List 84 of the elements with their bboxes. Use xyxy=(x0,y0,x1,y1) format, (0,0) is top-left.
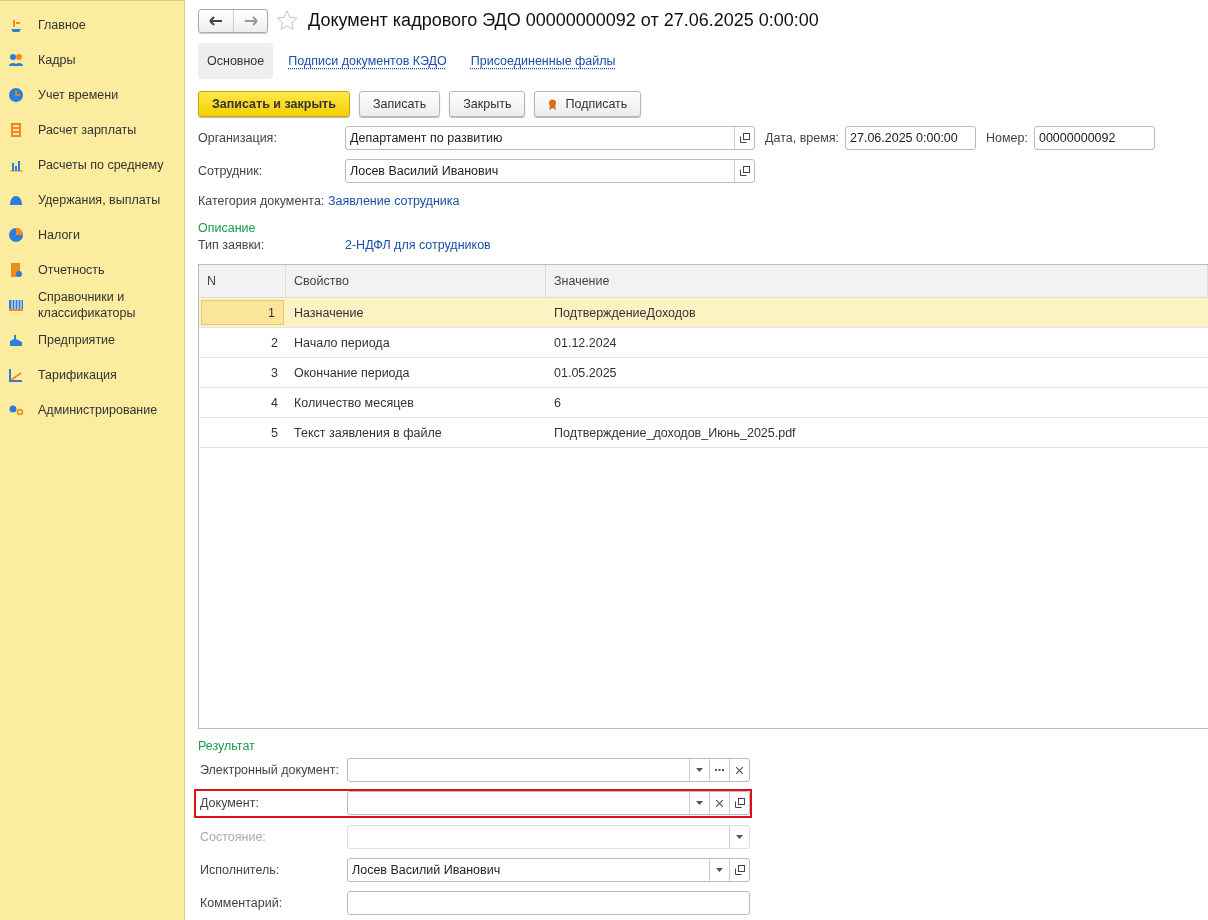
section-heading: Результат xyxy=(198,739,256,754)
table-cell-text: Количество месяцев xyxy=(293,394,415,412)
toolbar-button[interactable]: Подписать xyxy=(534,91,642,118)
caret-icon xyxy=(716,868,723,873)
table-cell-text: 01.12.2024 xyxy=(553,334,618,352)
field-label: Документ: xyxy=(200,796,260,811)
section-heading: Описание xyxy=(198,220,257,235)
table-cell-text: Окончание периода xyxy=(293,364,411,382)
input-field[interactable]: Лосев Василий Иванович xyxy=(347,858,750,883)
tab[interactable]: Основное xyxy=(198,43,274,80)
toolbar-button[interactable]: Записать xyxy=(358,91,441,118)
sidebar-item[interactable]: Главное xyxy=(38,16,86,33)
clock-icon xyxy=(8,86,24,103)
ellipsis-icon xyxy=(715,769,724,772)
windows-icon xyxy=(739,165,750,176)
field-label: Номер: xyxy=(986,130,1028,145)
tab[interactable]: Присоединенные файлы xyxy=(461,43,625,80)
table-cell-text: 4 xyxy=(270,394,279,412)
tab[interactable]: Подписи документов КЭДО xyxy=(279,43,456,80)
arrow-left-icon xyxy=(209,15,223,26)
sidebar-item[interactable]: Расчет зарплаты xyxy=(38,121,137,138)
request-type-link[interactable]: 2-НДФЛ для сотрудников xyxy=(345,238,491,253)
sidebar-item[interactable]: Налоги xyxy=(38,226,80,243)
date-field[interactable]: 27.06.2025 0:00:00 xyxy=(845,125,976,150)
table-cell-text: 01.05.2025 xyxy=(553,364,618,382)
input-field[interactable] xyxy=(347,791,750,816)
organization-field[interactable]: Департамент по развитию xyxy=(345,125,755,150)
sidebar-item[interactable]: Тарификация xyxy=(38,366,117,383)
abacus-icon xyxy=(8,121,24,138)
sidebar-item[interactable]: Удержания, выплаты xyxy=(38,191,161,208)
input-field[interactable] xyxy=(347,891,750,916)
category-link[interactable]: Заявление сотрудника xyxy=(328,194,460,209)
table-cell-text: 3 xyxy=(270,364,279,382)
sidebar-item[interactable]: Предприятие xyxy=(38,331,116,348)
close-icon xyxy=(736,766,743,774)
star-icon[interactable] xyxy=(276,10,298,32)
sidebar-item[interactable]: Администрирование xyxy=(38,401,158,418)
arrow-right-icon xyxy=(243,15,258,26)
windows-icon xyxy=(734,798,745,809)
table-cell-text: Текст заявления в файле xyxy=(293,424,443,442)
field-label: Сотрудник: xyxy=(198,163,264,178)
sidebar-item[interactable]: Расчеты по среднему xyxy=(38,156,164,173)
sidebar-item[interactable]: Отчетность xyxy=(38,261,105,278)
column-header[interactable]: Свойство xyxy=(286,265,546,298)
table-cell-text: Подтверждение_доходов_Июнь_2025.pdf xyxy=(553,424,797,442)
table-cell-text: Начало периода xyxy=(293,334,391,352)
field-label: Тип заявки: xyxy=(198,238,266,253)
caret-icon xyxy=(696,768,703,773)
table-cell-text: 5 xyxy=(270,424,279,442)
field-label: Комментарий: xyxy=(200,896,284,911)
field-label: Электронный документ: xyxy=(200,763,340,778)
pie-chart-icon xyxy=(8,226,24,243)
number-field[interactable]: 00000000092 xyxy=(1033,125,1155,150)
window-title: Документ кадрового ЭДО 00000000092 от 27.06.2025 0:00:00 xyxy=(308,10,819,32)
rosette-icon xyxy=(548,98,558,110)
table-cell-text: ПодтверждениеДоходов xyxy=(553,304,697,322)
field-label: Исполнитель: xyxy=(200,863,281,878)
input-field[interactable] xyxy=(347,758,750,783)
sidebar-item[interactable]: Справочники и классификаторы xyxy=(38,288,178,321)
people-icon xyxy=(8,51,24,68)
save-close-button[interactable]: Записать и закрыть xyxy=(198,91,350,118)
sidebar-item[interactable]: Учет времени xyxy=(38,86,119,103)
column-header[interactable]: Значение xyxy=(546,265,1208,298)
field-label: Дата, время: xyxy=(765,130,839,145)
field-label: Категория документа: xyxy=(198,194,326,209)
employee-field[interactable]: Лосев Василий Иванович xyxy=(345,158,755,183)
windows-icon xyxy=(734,865,745,876)
column-header[interactable]: N xyxy=(199,265,286,298)
toolbar-button[interactable]: Закрыть xyxy=(449,91,526,118)
table-cell: 1 xyxy=(201,300,284,326)
close-icon xyxy=(716,799,723,807)
windows-icon xyxy=(739,132,750,143)
sidebar-item[interactable]: Кадры xyxy=(38,51,76,68)
protractor-icon xyxy=(8,366,24,383)
table-row[interactable]: 1 Назначение ПодтверждениеДоходов xyxy=(199,298,1208,329)
table-cell-text: Назначение xyxy=(293,304,365,322)
caret-icon xyxy=(736,834,743,839)
caret-icon xyxy=(696,801,703,806)
table-cell-text: 2 xyxy=(270,334,279,352)
table-cell-text: 6 xyxy=(553,394,562,412)
document-icon xyxy=(8,261,24,278)
input-field[interactable] xyxy=(347,824,750,849)
field-label: Состояние: xyxy=(200,829,267,844)
field-label: Организация: xyxy=(198,130,278,145)
